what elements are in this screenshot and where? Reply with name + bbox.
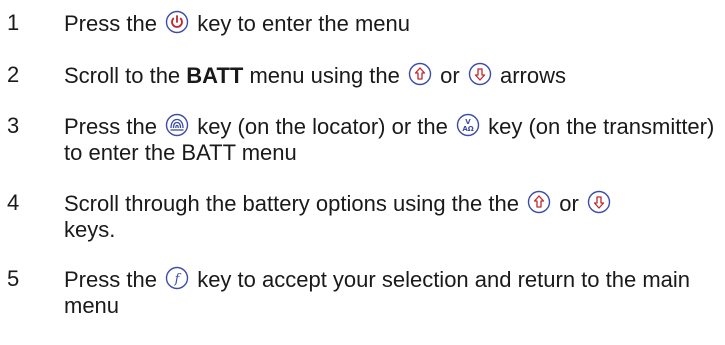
step-number: 5 <box>7 266 20 291</box>
step-text-part: Press the <box>64 114 157 139</box>
step-number: 1 <box>7 10 20 35</box>
step-text-part: Scroll to the <box>64 63 181 88</box>
power-icon <box>165 10 189 34</box>
step-text-part: Press the <box>64 11 157 36</box>
step-text-part: key to enter the menu <box>197 11 410 36</box>
step-text-part: key to accept your selection and return … <box>64 267 691 318</box>
menu-name: BATT <box>186 63 244 88</box>
step-text-part: keys. <box>64 217 116 242</box>
down-arrow-icon <box>587 190 611 214</box>
step-number: 3 <box>7 113 20 138</box>
step-text: Press the key to enter the menu <box>64 10 724 37</box>
step-text-part: Press the <box>64 267 157 292</box>
step-text-part: menu using the <box>249 63 400 88</box>
instruction-steps: 1 Press the key to enter the menu 2 Scro… <box>0 0 725 345</box>
step-text-part: arrows <box>499 63 566 88</box>
down-arrow-icon <box>468 62 492 86</box>
step-text-part: Scroll through the battery options using… <box>64 191 519 216</box>
step-text-part: or <box>559 191 579 216</box>
step-text-part: or <box>440 63 460 88</box>
step-text: Scroll to the BATT menu using the or arr… <box>64 62 724 89</box>
up-arrow-icon <box>408 62 432 86</box>
step-text: Press the f key to accept your selection… <box>64 266 724 319</box>
step-text: Scroll through the battery options using… <box>64 190 724 243</box>
step-number: 2 <box>7 62 20 87</box>
step-text-part: key (on the locator) or the <box>197 114 448 139</box>
transmitter-key-icon: V AΩ <box>456 113 480 137</box>
svg-text:AΩ: AΩ <box>462 125 473 133</box>
step-number: 4 <box>7 190 20 215</box>
function-key-icon: f <box>165 266 189 290</box>
step-text: Press the key (on the locator) or the VA… <box>64 113 724 166</box>
locator-key-icon <box>165 113 189 137</box>
up-arrow-icon <box>527 190 551 214</box>
